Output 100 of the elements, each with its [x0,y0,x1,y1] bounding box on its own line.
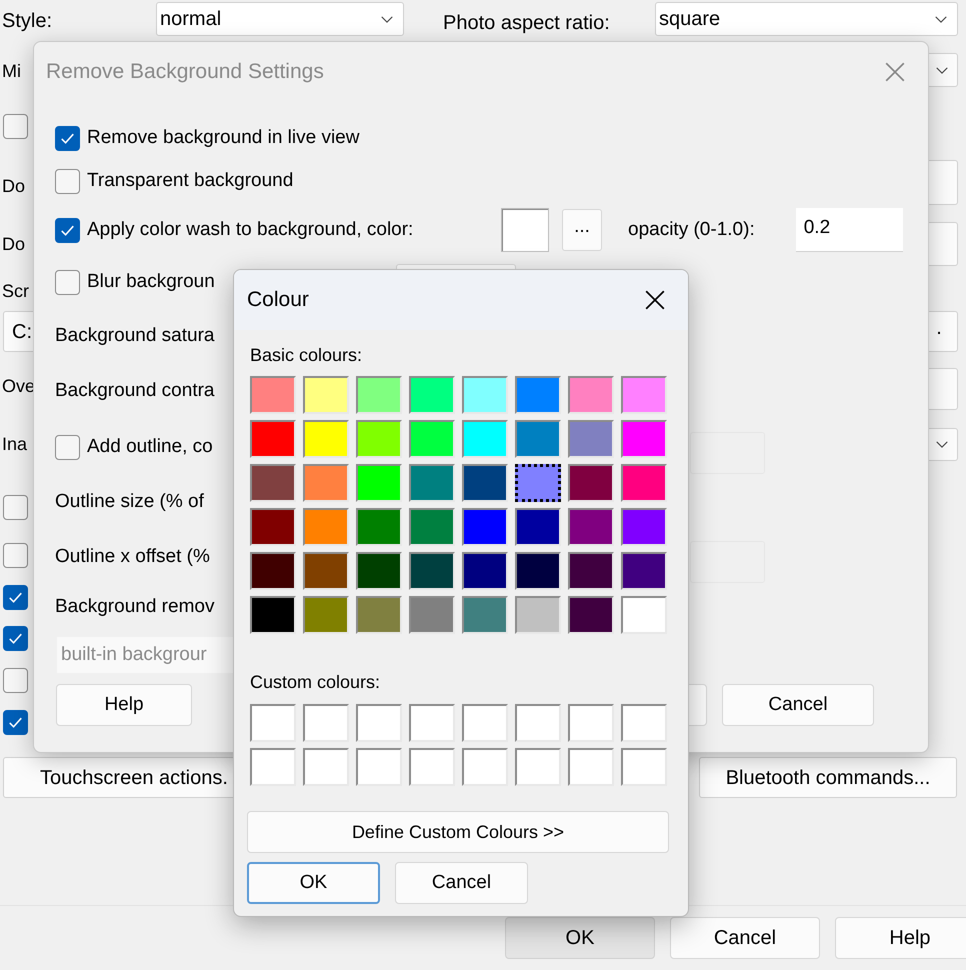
colour-swatch[interactable] [621,376,667,414]
dialog-button[interactable]: OK [505,917,655,959]
color-swatch[interactable] [501,208,549,252]
help-button[interactable]: Help [56,684,192,726]
checkbox[interactable] [3,585,28,610]
colour-swatch[interactable] [568,376,614,414]
field-label: Mi [2,60,21,83]
colour-swatch[interactable] [356,508,402,546]
colour-swatch[interactable] [303,508,349,546]
colour-swatch[interactable] [250,376,296,414]
colour-swatch[interactable] [250,704,296,742]
colour-swatch[interactable] [356,748,402,786]
colour-swatch[interactable] [515,420,561,458]
colour-swatch[interactable] [250,508,296,546]
window-title: Remove Background Settings [46,59,324,86]
colour-swatch[interactable] [568,420,614,458]
colour-swatch[interactable] [462,596,508,634]
colour-swatch[interactable] [303,376,349,414]
colour-swatch[interactable] [409,704,455,742]
colour-swatch[interactable] [409,464,455,502]
field-label: Outline x offset (% [55,545,210,570]
colour-swatch[interactable] [409,552,455,590]
colour-swatch[interactable] [515,464,561,502]
checkbox[interactable] [55,126,80,150]
colour-swatch[interactable] [409,376,455,414]
colour-swatch[interactable] [303,420,349,458]
checkbox[interactable] [3,114,28,139]
checkbox[interactable] [55,169,80,194]
colour-swatch[interactable] [515,376,561,414]
colour-swatch[interactable] [515,748,561,786]
colour-swatch[interactable] [250,420,296,458]
checkbox[interactable] [3,668,28,693]
colour-swatch[interactable] [303,748,349,786]
colour-swatch[interactable] [356,376,402,414]
colour-swatch[interactable] [303,552,349,590]
dialog-button[interactable]: Cancel [670,917,820,959]
colour-swatch[interactable] [356,464,402,502]
colour-swatch[interactable] [356,420,402,458]
bluetooth-commands-button[interactable]: Bluetooth commands... [699,757,957,798]
cancel-button[interactable]: Cancel [395,862,528,904]
colour-swatch[interactable] [621,420,667,458]
colour-swatch[interactable] [621,704,667,742]
checkbox[interactable] [55,435,80,460]
colour-swatch[interactable] [409,420,455,458]
colour-swatch[interactable] [568,596,614,634]
checkbox[interactable] [55,218,80,242]
input-field[interactable] [690,432,765,474]
checkbox[interactable] [3,495,28,520]
colour-swatch[interactable] [568,552,614,590]
colour-swatch[interactable] [621,596,667,634]
colour-swatch[interactable] [409,596,455,634]
colour-swatch[interactable] [568,508,614,546]
colour-swatch[interactable] [250,552,296,590]
colour-swatch[interactable] [303,596,349,634]
colour-swatch[interactable] [356,596,402,634]
colour-swatch[interactable] [303,704,349,742]
field-label: Background satura [55,324,214,348]
colour-swatch[interactable] [621,508,667,546]
colour-swatch[interactable] [568,464,614,502]
checkbox[interactable] [3,543,28,568]
colour-swatch[interactable] [462,420,508,458]
style-dropdown[interactable]: normal [156,2,404,36]
colour-swatch[interactable] [409,748,455,786]
colour-swatch[interactable] [515,552,561,590]
chevron-icon [935,440,949,449]
colour-swatch[interactable] [462,552,508,590]
colour-swatch[interactable] [462,464,508,502]
dialog-button[interactable]: Help [835,917,966,959]
colour-swatch[interactable] [568,704,614,742]
section-label: Custom colours: [250,671,380,693]
colour-swatch[interactable] [621,464,667,502]
colour-swatch[interactable] [568,748,614,786]
checkbox[interactable] [3,626,28,651]
close-icon[interactable] [644,289,666,311]
colour-swatch[interactable] [462,376,508,414]
colour-swatch[interactable] [462,704,508,742]
ok-button[interactable]: OK [247,862,380,904]
define-custom-colours-button[interactable]: Define Custom Colours >> [247,811,669,853]
colour-swatch[interactable] [250,748,296,786]
colour-swatch[interactable] [462,508,508,546]
colour-swatch[interactable] [250,464,296,502]
colour-swatch[interactable] [515,508,561,546]
colour-swatch[interactable] [462,748,508,786]
colour-swatch[interactable] [250,596,296,634]
aspect-ratio-dropdown[interactable]: square [655,2,958,36]
checkbox[interactable] [55,270,80,295]
colour-swatch[interactable] [303,464,349,502]
colour-swatch[interactable] [356,552,402,590]
colour-swatch[interactable] [621,552,667,590]
colour-swatch[interactable] [409,508,455,546]
colour-swatch[interactable] [621,748,667,786]
checkbox[interactable] [3,710,28,735]
cancel-button[interactable]: Cancel [722,684,874,726]
opacity-field[interactable]: 0.2 [796,208,903,252]
input-field[interactable] [690,541,765,583]
picker-button[interactable]: ... [562,209,602,251]
field-label: Do [2,233,26,256]
colour-swatch[interactable] [356,704,402,742]
colour-swatch[interactable] [515,704,561,742]
colour-swatch[interactable] [515,596,561,634]
